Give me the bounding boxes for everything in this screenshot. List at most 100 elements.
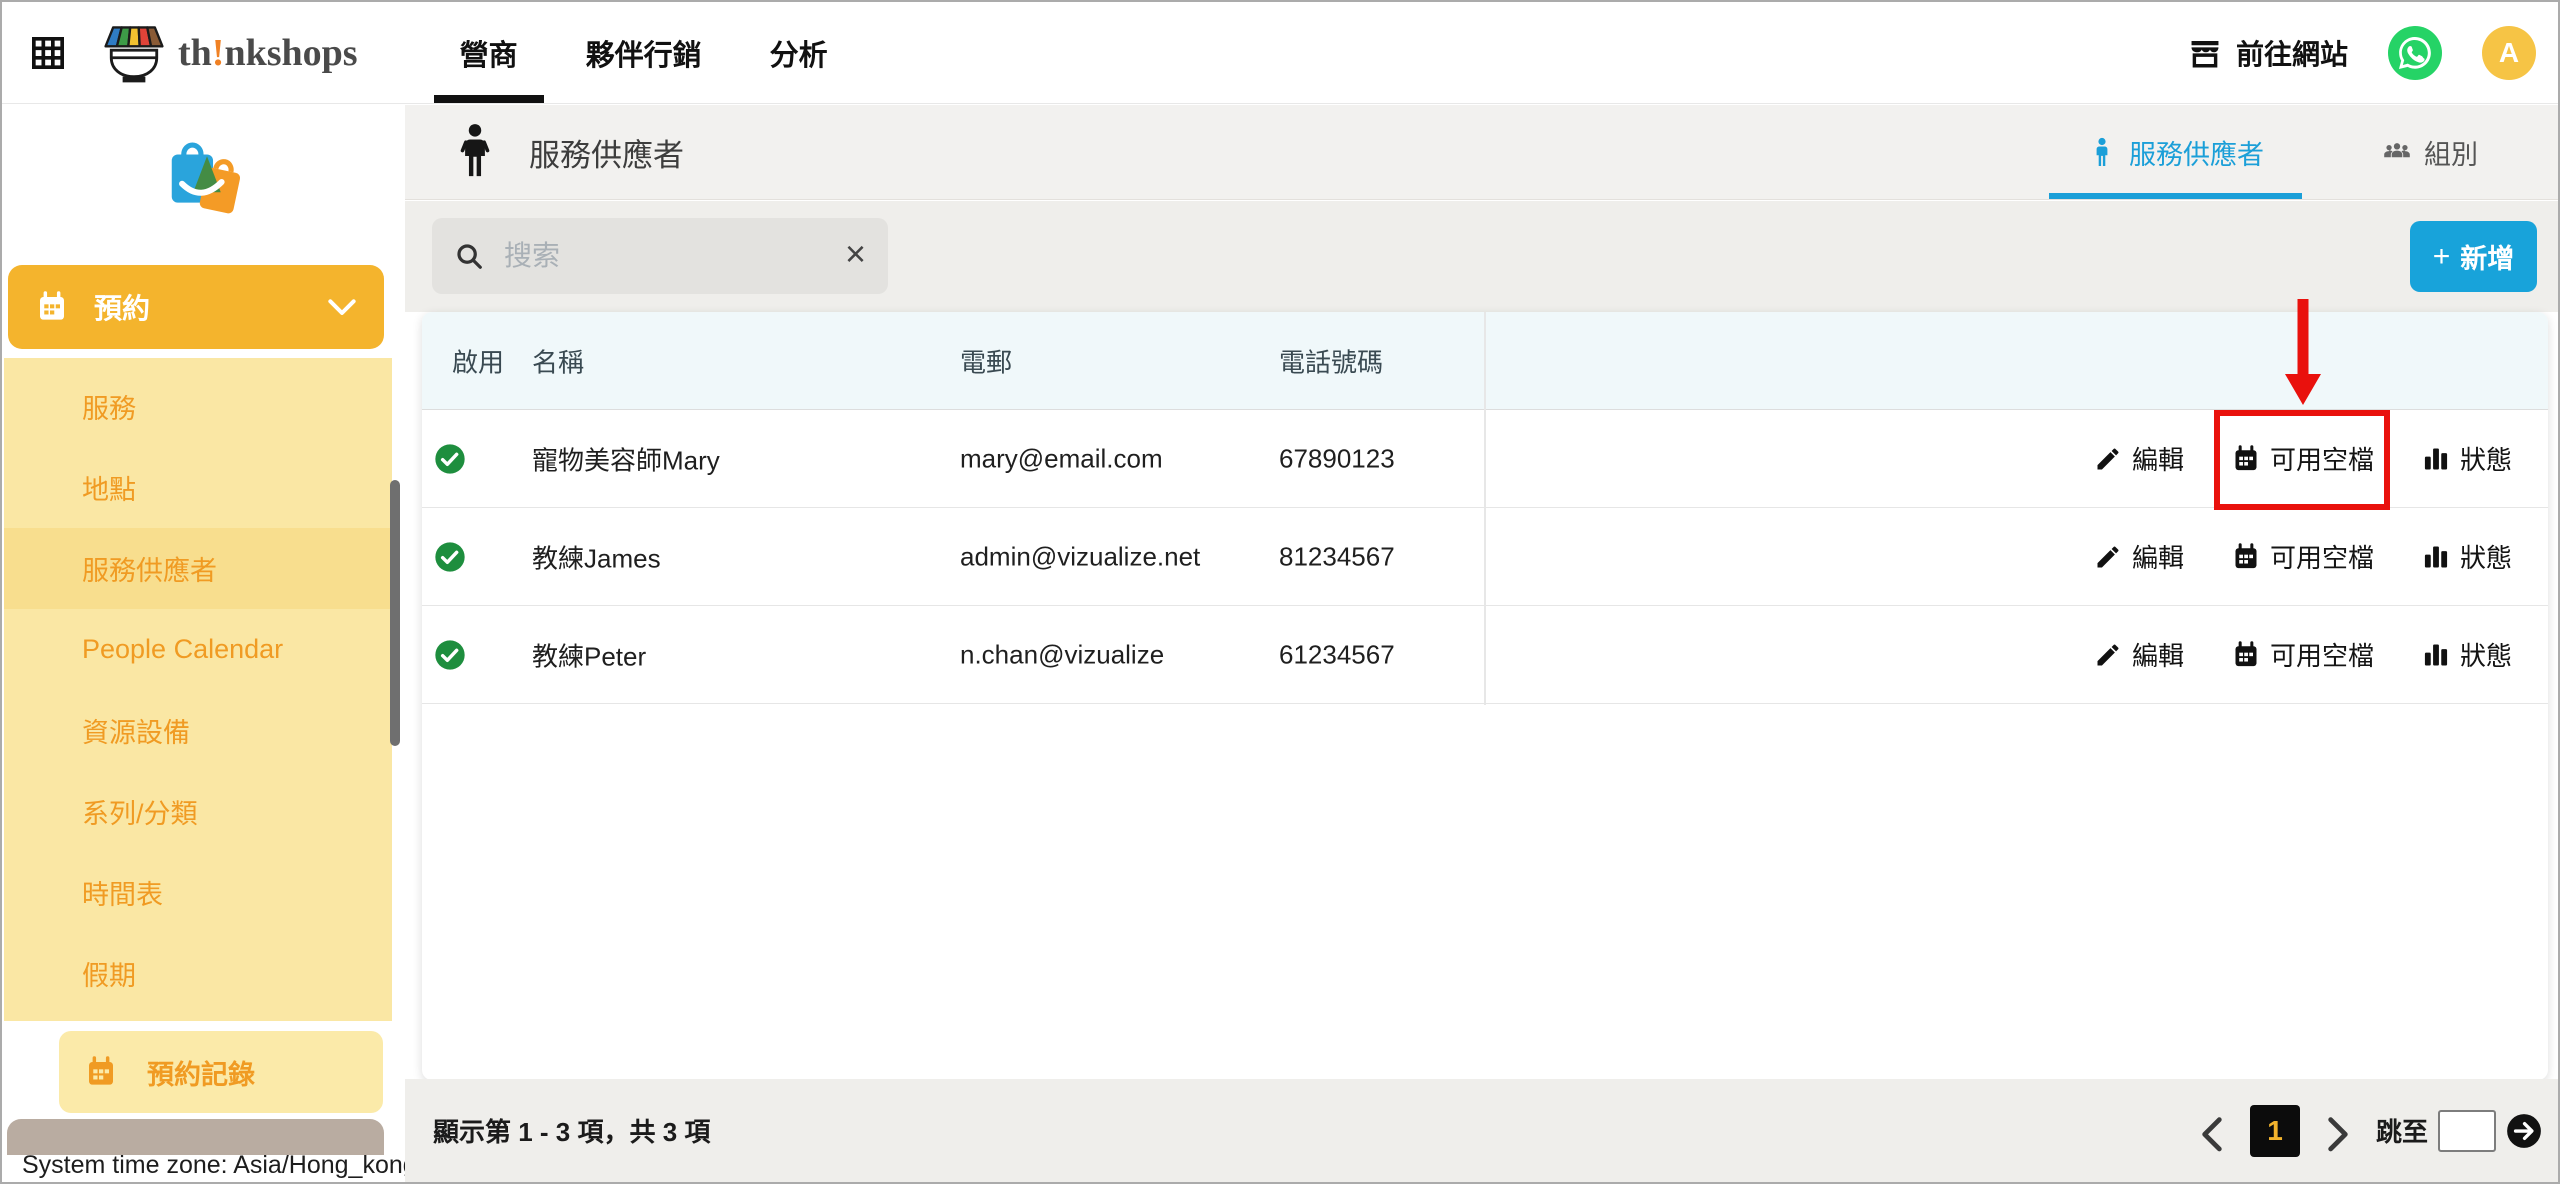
availability-button[interactable]: 可用空檔 (2232, 636, 2374, 673)
go-to-website-button[interactable]: 前往網站 (2188, 33, 2348, 73)
go-page-button[interactable] (2506, 1113, 2542, 1149)
sidebar-scrollbar[interactable] (390, 480, 400, 746)
storefront-icon (2188, 37, 2222, 69)
column-phone: 電話號碼 (1279, 342, 1383, 379)
calendar-icon (2232, 641, 2260, 669)
tab-service-providers[interactable]: 服務供應者 (2063, 105, 2288, 199)
sidebar-item-locations[interactable]: 地點 (4, 447, 392, 528)
provider-email: mary@email.com (960, 443, 1163, 474)
table-row: 教練James admin@vizualize.net 81234567 編輯 (422, 508, 2548, 606)
sidebar-item-holidays[interactable]: 假期 (4, 933, 392, 1014)
availability-label: 可用空檔 (2270, 538, 2374, 575)
calendar-icon (36, 291, 68, 323)
page-header: 服務供應者 服務供應者 組別 (405, 105, 2558, 200)
user-avatar[interactable]: A (2482, 26, 2536, 80)
page-title: 服務供應者 (529, 130, 684, 175)
brand-name: th!nkshops (178, 31, 358, 75)
edit-button[interactable]: 編輯 (2094, 440, 2184, 477)
table-row: 寵物美容師Mary mary@email.com 67890123 編輯 (422, 410, 2548, 508)
calendar-icon (85, 1056, 117, 1088)
provider-name: 教練Peter (532, 636, 646, 673)
row-actions: 編輯 可用空檔 (2094, 410, 2512, 507)
search-input[interactable] (502, 239, 827, 273)
sidebar-item-resources[interactable]: 資源設備 (4, 690, 392, 771)
annotation-highlight: 可用空檔 (2232, 440, 2374, 477)
sidebar-booking-label: 預約 (94, 287, 150, 327)
jump-page-input[interactable] (2438, 1110, 2496, 1152)
jump-label: 跳至 (2376, 1112, 2428, 1149)
status-button[interactable]: 狀態 (2422, 440, 2512, 477)
current-page[interactable]: 1 (2250, 1105, 2300, 1157)
provider-phone: 67890123 (1279, 443, 1395, 474)
clear-search-icon[interactable]: × (845, 236, 866, 272)
prev-page-button[interactable] (2201, 1116, 2223, 1146)
next-page-button[interactable] (2327, 1116, 2349, 1146)
availability-label: 可用空檔 (2270, 636, 2374, 673)
nav-tab-partner-marketing[interactable]: 夥伴行銷 (560, 2, 728, 103)
sidebar-item-service-providers[interactable]: 服務供應者 (4, 528, 392, 609)
main-content: 服務供應者 服務供應者 組別 (405, 105, 2558, 1182)
enabled-check-icon[interactable] (434, 541, 466, 573)
provider-name: 教練James (532, 538, 661, 575)
view-tabs: 服務供應者 組別 (2063, 105, 2502, 199)
sidebar-item-timetable[interactable]: 時間表 (4, 852, 392, 933)
provider-phone: 61234567 (1279, 639, 1395, 670)
edit-label: 編輯 (2132, 538, 2184, 575)
results-summary: 顯示第 1 - 3 項，共 3 項 (433, 1112, 710, 1149)
app-window: th!nkshops 營商 夥伴行銷 分析 前往網站 (0, 0, 2560, 1184)
status-button[interactable]: 狀態 (2422, 538, 2512, 575)
bar-chart-icon (2422, 543, 2450, 571)
apps-grid-icon[interactable] (28, 33, 68, 73)
column-name: 名稱 (532, 342, 584, 379)
sidebar-item-people-calendar[interactable]: People Calendar (4, 609, 392, 690)
calendar-icon (2232, 543, 2260, 571)
person-icon (2087, 137, 2117, 167)
sidebar-item-series-categories[interactable]: 系列/分類 (4, 771, 392, 852)
sidebar-booking-records[interactable]: 預約記錄 (59, 1031, 383, 1113)
pagination: 1 跳至 (2201, 1105, 2542, 1157)
sidebar-item-services[interactable]: 服務 (4, 366, 392, 447)
row-actions: 編輯 可用空檔 狀態 (2094, 606, 2512, 703)
availability-button[interactable]: 可用空檔 (2232, 538, 2374, 575)
chevron-left-icon (2201, 1116, 2223, 1153)
search-box: × (432, 218, 888, 294)
status-button[interactable]: 狀態 (2422, 636, 2512, 673)
tab-groups[interactable]: 組別 (2358, 105, 2502, 199)
shop-bags-logo (158, 139, 244, 223)
sidebar-collapsed-item[interactable] (7, 1119, 384, 1155)
row-actions: 編輯 可用空檔 狀態 (2094, 508, 2512, 605)
jump-to-page: 跳至 (2376, 1110, 2542, 1152)
plus-icon: + (2433, 240, 2451, 274)
add-button[interactable]: + 新增 (2410, 221, 2537, 292)
edit-button[interactable]: 編輯 (2094, 636, 2184, 673)
group-icon (2382, 137, 2412, 167)
whatsapp-icon[interactable] (2388, 26, 2442, 80)
pencil-icon (2094, 445, 2122, 473)
topbar-right: 前往網站 A (2188, 26, 2536, 80)
enabled-check-icon[interactable] (434, 639, 466, 671)
shop-awning-icon (98, 21, 170, 85)
tab-groups-label: 組別 (2424, 133, 2478, 172)
bar-chart-icon (2422, 445, 2450, 473)
edit-label: 編輯 (2132, 440, 2184, 477)
pencil-icon (2094, 641, 2122, 669)
sidebar-booking-menu[interactable]: 預約 (8, 265, 384, 349)
nav-tab-business[interactable]: 營商 (434, 2, 544, 103)
nav-tab-analytics[interactable]: 分析 (744, 2, 854, 103)
provider-email: admin@vizualize.net (960, 541, 1200, 572)
provider-phone: 81234567 (1279, 541, 1395, 572)
column-enabled: 啟用 (452, 342, 504, 379)
person-icon (453, 123, 497, 181)
primary-nav: 營商 夥伴行銷 分析 (434, 2, 854, 103)
enabled-check-icon[interactable] (434, 443, 466, 475)
availability-button[interactable]: 可用空檔 (2232, 440, 2374, 477)
bar-chart-icon (2422, 641, 2450, 669)
provider-email: n.chan@vizualize (960, 639, 1164, 670)
brand-logo[interactable]: th!nkshops (98, 21, 358, 85)
edit-button[interactable]: 編輯 (2094, 538, 2184, 575)
pencil-icon (2094, 543, 2122, 571)
add-button-label: 新增 (2460, 237, 2514, 276)
table-footer: 顯示第 1 - 3 項，共 3 項 1 跳至 (405, 1079, 2558, 1182)
column-email: 電郵 (960, 342, 1012, 379)
status-label: 狀態 (2460, 538, 2512, 575)
